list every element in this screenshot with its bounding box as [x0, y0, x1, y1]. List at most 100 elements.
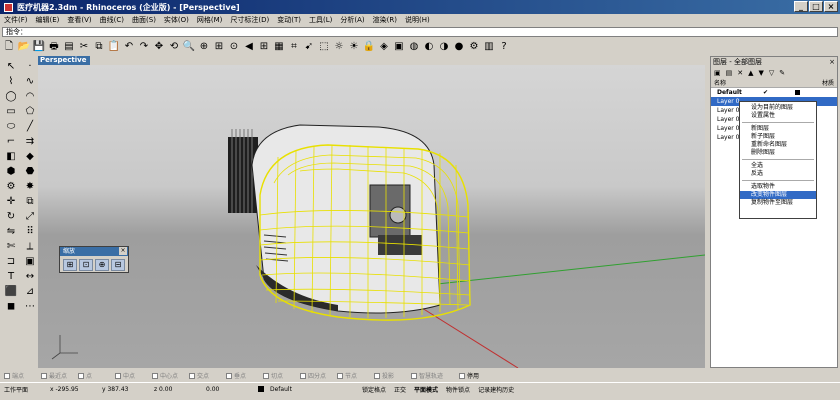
lock-icon[interactable]: 🔒 — [362, 40, 376, 54]
color-wheel-icon[interactable]: ◍ — [407, 40, 421, 54]
menu-item-new-sublayer[interactable]: 新子图层 — [740, 133, 816, 141]
circle-icon[interactable]: ◯ — [3, 90, 19, 103]
offset-icon[interactable]: ⇉ — [22, 135, 38, 148]
osnap-project[interactable]: 投影 — [374, 371, 411, 380]
menu-solid[interactable]: 实体(O) — [164, 15, 189, 25]
layer-icon[interactable]: ◈ — [377, 40, 391, 54]
rendered-icon[interactable]: ◑ — [437, 40, 451, 54]
menu-file[interactable]: 文件(F) — [4, 15, 28, 25]
grid-icon[interactable]: ▦ — [272, 40, 286, 54]
checkbox[interactable] — [300, 372, 306, 379]
show-icon[interactable]: ☼ — [332, 40, 346, 54]
rotate-view-icon[interactable]: ⟲ — [167, 40, 181, 54]
properties-icon[interactable]: ▣ — [392, 40, 406, 54]
status-osnap[interactable]: 物件锁点 — [442, 385, 474, 394]
copy-object-icon[interactable]: ⧉ — [22, 195, 38, 208]
paste-icon[interactable]: 📋 — [107, 40, 121, 54]
menu-render[interactable]: 渲染(R) — [373, 15, 397, 25]
polyline-icon[interactable]: ⌇ — [3, 75, 19, 88]
trim-icon[interactable]: ✄ — [3, 240, 19, 253]
close-icon[interactable]: × — [829, 57, 835, 67]
text-icon[interactable]: T — [3, 270, 19, 283]
select-icon[interactable]: ➹ — [302, 40, 316, 54]
osnap-knot[interactable]: 节点 — [337, 371, 374, 380]
menu-item-invert-selection[interactable]: 反选 — [740, 170, 816, 178]
checkbox[interactable] — [374, 372, 380, 379]
menu-item-copy-objects-to-layer[interactable]: 复制物件至图层 — [740, 199, 816, 207]
redo-icon[interactable]: ↷ — [137, 40, 151, 54]
rotate-icon[interactable]: ↻ — [3, 210, 19, 223]
checkbox[interactable] — [189, 372, 195, 379]
sweep-icon[interactable]: ⬣ — [22, 165, 38, 178]
extrude-icon[interactable]: ◧ — [3, 150, 19, 163]
print-icon[interactable]: 🖶 — [47, 40, 61, 54]
mirror-icon[interactable]: ⇋ — [3, 225, 19, 238]
new-file-icon[interactable]: 🗋 — [2, 40, 16, 54]
command-line[interactable]: 指令： — [2, 27, 838, 37]
zoom-window-icon[interactable]: ⊕ — [197, 40, 211, 54]
polygon-icon[interactable]: ⬠ — [22, 105, 38, 118]
import-icon[interactable]: ▤ — [62, 40, 76, 54]
checkbox[interactable] — [4, 372, 10, 379]
menu-help[interactable]: 说明(H) — [405, 15, 430, 25]
cplane-icon[interactable]: ⌗ — [287, 40, 301, 54]
osnap-point[interactable]: 点 — [78, 371, 115, 380]
dimension-icon[interactable]: ↔ — [22, 270, 38, 283]
analyze-icon[interactable]: ⊿ — [22, 285, 38, 298]
zoom-dynamic-icon[interactable]: ⊕ — [95, 259, 109, 271]
layer-row[interactable]: Default ✔ — [711, 88, 837, 97]
explode-icon[interactable]: ✸ — [22, 180, 38, 193]
menu-item-change-object-layer[interactable]: 改变物件图层 — [740, 191, 816, 199]
status-ortho[interactable]: 正交 — [390, 385, 410, 394]
toolbar-layout-icon[interactable]: ▥ — [482, 40, 496, 54]
filter-icon[interactable]: ▽ — [769, 69, 774, 77]
checkbox[interactable] — [115, 372, 121, 379]
checkbox[interactable] — [78, 372, 84, 379]
minimize-button[interactable]: _ — [794, 1, 808, 12]
hide-icon[interactable]: ☀ — [347, 40, 361, 54]
boolean-icon[interactable]: ⚙ — [3, 180, 19, 193]
zoom-icon[interactable]: 🔍 — [182, 40, 196, 54]
open-file-icon[interactable]: 📂 — [17, 40, 31, 54]
new-sublayer-icon[interactable]: ▤ — [726, 69, 733, 77]
ellipse-icon[interactable]: ⬭ — [3, 120, 19, 133]
options-icon[interactable]: ⚙ — [467, 40, 481, 54]
menu-mesh[interactable]: 网格(M) — [197, 15, 223, 25]
undo-view-icon[interactable]: ◀ — [242, 40, 256, 54]
zoom-window-icon[interactable]: ⊡ — [79, 259, 93, 271]
four-views-icon[interactable]: ⊞ — [257, 40, 271, 54]
curve-icon[interactable]: ∿ — [22, 75, 38, 88]
menu-item-rename-layer[interactable]: 重新命名图层 — [740, 141, 816, 149]
menu-analyze[interactable]: 分析(A) — [340, 15, 364, 25]
menu-curve[interactable]: 曲线(C) — [100, 15, 124, 25]
osnap-center[interactable]: 中心点 — [152, 371, 189, 380]
osnap-end[interactable]: 端点 — [4, 371, 41, 380]
osnap-tangent[interactable]: 切点 — [263, 371, 300, 380]
menu-item-set-properties[interactable]: 设置属性 — [740, 112, 816, 120]
close-button[interactable]: × — [824, 1, 838, 12]
shaded-icon[interactable]: ◐ — [422, 40, 436, 54]
close-icon[interactable]: × — [119, 247, 127, 255]
copy-icon[interactable]: ⧉ — [92, 40, 106, 54]
menu-item-set-current[interactable]: 设为目前的图层 — [740, 104, 816, 112]
menu-surface[interactable]: 曲面(S) — [132, 15, 156, 25]
render-sphere-icon[interactable]: ● — [452, 40, 466, 54]
maximize-button[interactable]: □ — [809, 1, 823, 12]
menu-view[interactable]: 查看(V) — [67, 15, 91, 25]
checkbox[interactable] — [41, 372, 47, 379]
osnap-disable[interactable]: 停用 — [459, 371, 496, 380]
line-icon[interactable]: ╱ — [22, 120, 38, 133]
arc-icon[interactable]: ◠ — [22, 90, 38, 103]
zoom-extents-icon[interactable]: ⊞ — [212, 40, 226, 54]
rectangle-icon[interactable]: ▭ — [3, 105, 19, 118]
column-material[interactable]: 材质 — [822, 79, 834, 87]
split-icon[interactable]: ⟂ — [22, 240, 38, 253]
osnap-perpendicular[interactable]: 垂点 — [226, 371, 263, 380]
pan-icon[interactable]: ✥ — [152, 40, 166, 54]
column-name[interactable]: 名称 — [714, 79, 726, 87]
checkbox[interactable] — [226, 372, 232, 379]
point-icon[interactable]: · — [22, 60, 38, 73]
checkbox[interactable] — [459, 372, 465, 379]
save-icon[interactable]: 💾 — [32, 40, 46, 54]
surface-icon[interactable]: ◆ — [22, 150, 38, 163]
